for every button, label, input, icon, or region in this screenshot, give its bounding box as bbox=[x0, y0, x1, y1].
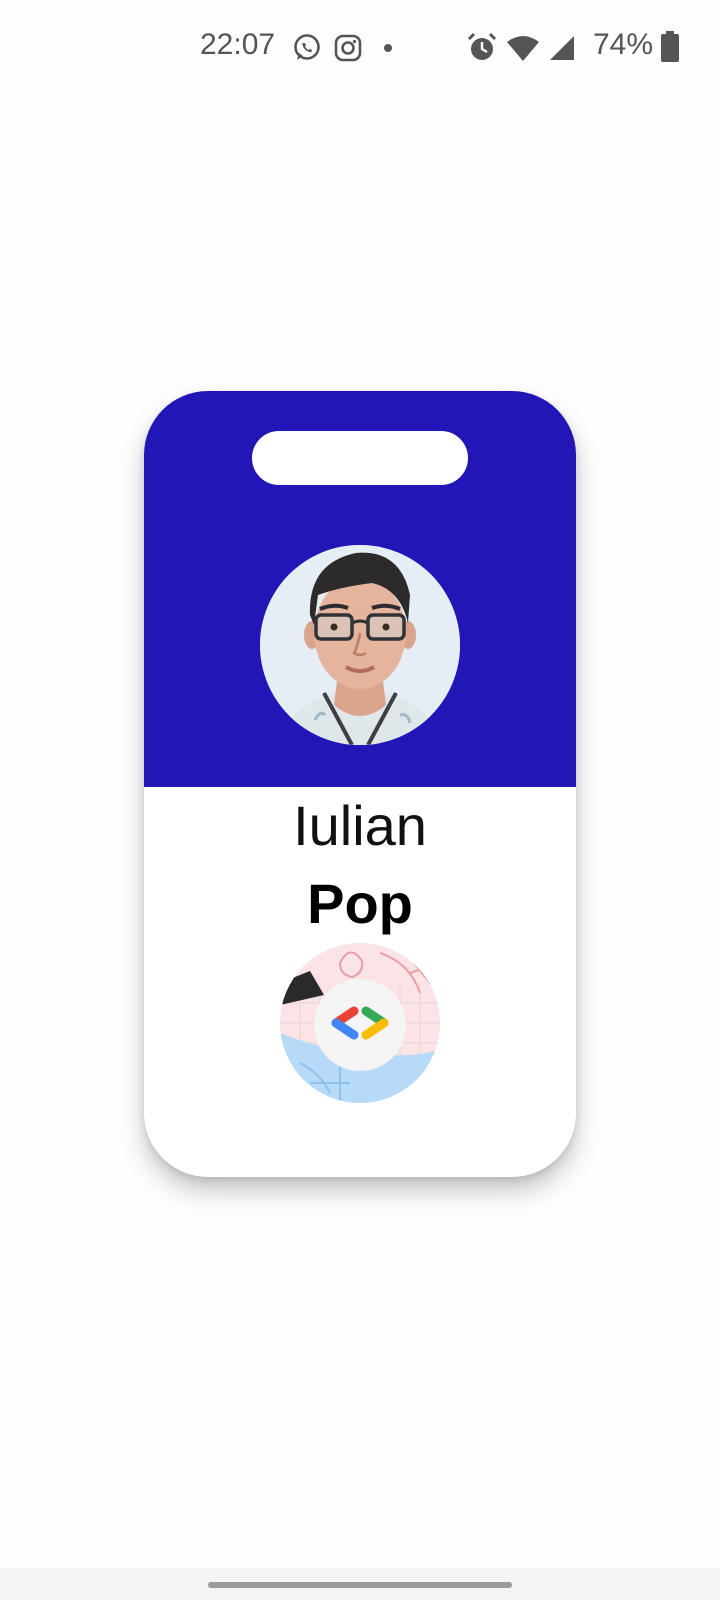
status-time: 22:07 bbox=[200, 28, 276, 61]
more-dot-icon bbox=[384, 44, 392, 52]
home-gesture-handle[interactable] bbox=[208, 1582, 512, 1588]
profile-photo bbox=[260, 545, 460, 745]
first-name: Iulian bbox=[293, 794, 427, 857]
navigation-bar bbox=[0, 1568, 720, 1600]
id-badge-card: Iulian Pop bbox=[144, 391, 576, 1177]
whatsapp-icon bbox=[294, 34, 320, 60]
wifi-icon bbox=[507, 36, 539, 61]
last-name: Pop bbox=[307, 872, 413, 935]
google-developers-logo bbox=[280, 943, 440, 1103]
battery-icon bbox=[661, 31, 679, 62]
cellular-signal-icon bbox=[550, 36, 574, 60]
instagram-icon bbox=[334, 34, 362, 62]
lanyard-slot bbox=[252, 431, 468, 485]
alarm-icon bbox=[467, 32, 497, 60]
battery-percent: 74% bbox=[593, 28, 654, 61]
badge-header bbox=[144, 391, 576, 787]
screen: 22:07 74% Iulian Pop bbox=[0, 0, 720, 1600]
status-bar: 22:07 74% bbox=[0, 0, 720, 96]
avatar bbox=[260, 545, 460, 745]
